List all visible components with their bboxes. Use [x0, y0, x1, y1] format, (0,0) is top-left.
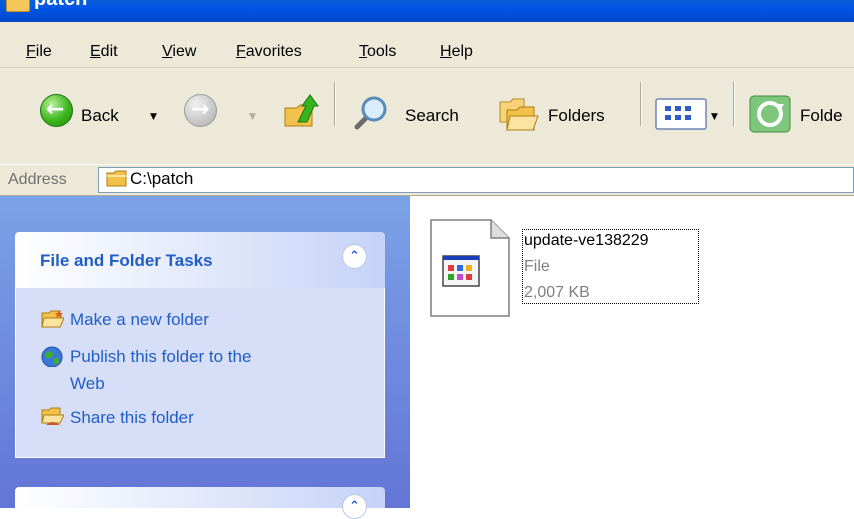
views-icon[interactable] [655, 98, 707, 130]
task-publish-folder-cont[interactable]: Web [70, 373, 105, 394]
menu-help[interactable]: Help [440, 44, 473, 60]
file-folder-tasks-title: File and Folder Tasks [40, 251, 213, 270]
task-publish-folder[interactable]: Publish this folder to the [70, 346, 251, 367]
up-folder-icon[interactable] [282, 92, 322, 132]
task-make-new-folder[interactable]: Make a new folder [70, 309, 209, 330]
arrow-left-icon: ← [46, 97, 65, 122]
chevron-up-icon: ⌃ [349, 499, 360, 514]
folders-button-label[interactable]: Folders [548, 106, 605, 126]
file-folder-tasks-header[interactable]: File and Folder Tasks [15, 232, 385, 288]
file-icon[interactable] [429, 218, 511, 318]
search-icon[interactable] [350, 93, 390, 133]
share-folder-icon [41, 407, 64, 425]
globe-icon [41, 346, 63, 367]
menu-edit[interactable]: Edit [90, 44, 118, 60]
address-field[interactable] [98, 167, 854, 193]
title-bar[interactable]: patch [0, 0, 854, 22]
file-type: File [524, 258, 550, 275]
folder-sync-button-label[interactable]: Folde [800, 106, 843, 126]
forward-button[interactable]: → [184, 94, 217, 127]
back-button-label[interactable]: Back [81, 106, 119, 126]
file-size: 2,007 KB [524, 284, 590, 301]
menu-bar: File Edit View Favorites Tools Help [0, 22, 854, 68]
menu-favorites[interactable]: Favorites [236, 44, 302, 60]
menu-tools[interactable]: Tools [359, 44, 396, 60]
back-button[interactable]: ← [40, 94, 73, 127]
folders-icon[interactable] [498, 94, 540, 134]
menu-file[interactable]: File [26, 44, 52, 60]
folder-icon [6, 0, 30, 12]
toolbar: Back ▼ ▼ Search Folders ▼ Folde [0, 68, 854, 164]
window-title: patch [34, 0, 87, 11]
file-name[interactable]: update-ve138229 [524, 231, 649, 251]
folder-sync-icon[interactable] [748, 94, 794, 134]
task-share-folder[interactable]: Share this folder [70, 407, 194, 428]
views-dropdown-icon[interactable]: ▼ [711, 112, 718, 122]
chevron-up-icon: ⌃ [349, 249, 360, 264]
back-dropdown-icon[interactable]: ▼ [150, 112, 157, 122]
folder-icon [106, 170, 127, 187]
menu-view[interactable]: View [162, 44, 196, 60]
address-label: Address [8, 171, 67, 188]
arrow-right-icon: → [191, 97, 210, 122]
address-value[interactable]: C:\patch [130, 169, 193, 189]
second-tasks-header[interactable] [15, 487, 385, 508]
search-button-label[interactable]: Search [405, 106, 459, 126]
address-bar: Address [0, 164, 854, 196]
new-folder-icon [41, 310, 64, 328]
collapse-tasks-button[interactable]: ⌃ [342, 244, 367, 269]
forward-dropdown-icon[interactable]: ▼ [249, 112, 256, 122]
collapse-second-tasks-button[interactable]: ⌃ [342, 494, 367, 519]
